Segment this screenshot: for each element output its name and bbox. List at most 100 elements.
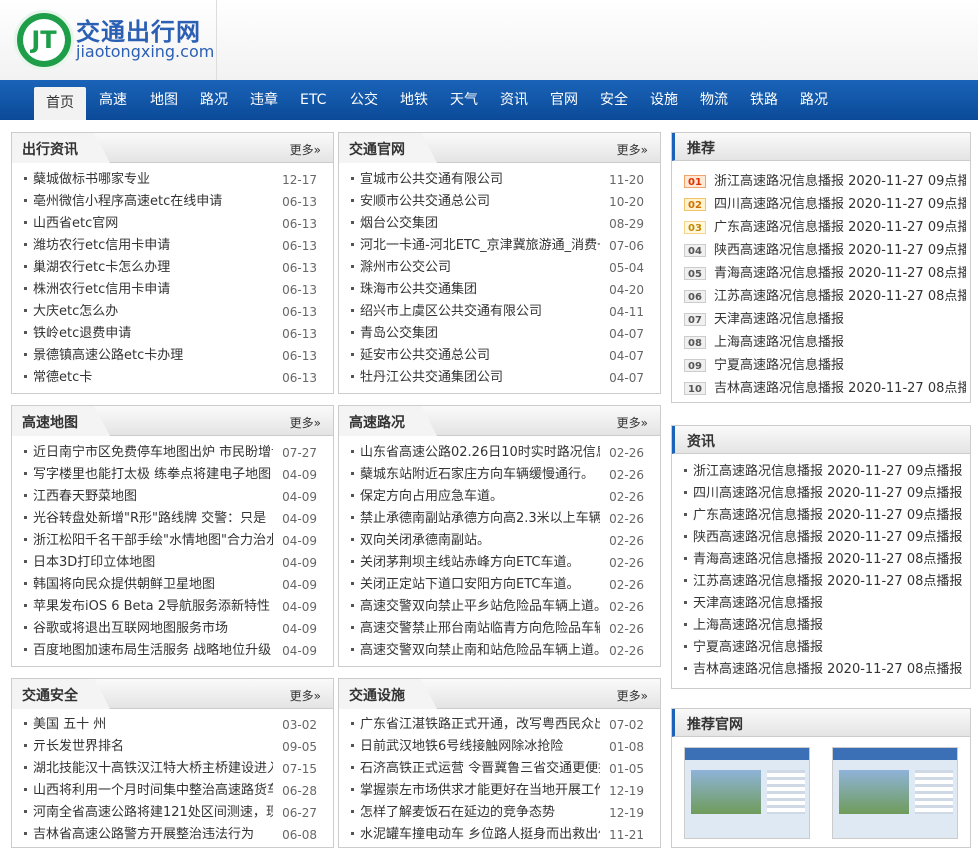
site-thumbnail[interactable] [832, 747, 958, 839]
nav-news[interactable]: 资讯 [500, 80, 528, 120]
nav-highway[interactable]: 高速 [99, 80, 127, 120]
list-item[interactable]: 水泥罐车撞电动车 乡位路人挺身而出救出伤 11-21 [349, 824, 650, 846]
list-item[interactable]: 滁州市公交公司 05-04 [349, 257, 650, 279]
list-item[interactable]: 写字楼里也能打太极 练拳点将建电子地图 04-09 [22, 464, 323, 486]
list-item[interactable]: 近日南宁市区免费停车地图出炉 市民盼增设 07-27 [22, 442, 323, 464]
more-link[interactable]: 更多» [290, 687, 321, 704]
list-item[interactable]: 常德etc卡 06-13 [22, 367, 323, 389]
nav-home[interactable]: 首页 [34, 87, 86, 120]
list-item[interactable]: 四川高速路况信息播报 2020-11-27 09点播报 [682, 483, 966, 505]
nav-etc[interactable]: ETC [300, 80, 326, 120]
more-link[interactable]: 更多» [617, 141, 648, 158]
nav-railway[interactable]: 铁路 [750, 80, 778, 120]
list-item[interactable]: 湖北技能汉十高铁汉江特大桥主桥建设进入最 07-15 [22, 758, 323, 780]
list-item[interactable]: 山西省etc官网 06-13 [22, 213, 323, 235]
list-item[interactable]: 山东省高速公路02.26日10时实时路况信息 02-26 [349, 442, 650, 464]
list-item[interactable]: 关闭正定站下道口安阳方向ETC车道。 02-26 [349, 574, 650, 596]
list-item[interactable]: 江苏高速路况信息播报 2020-11-27 08点播报 [682, 571, 966, 593]
list-item[interactable]: 浙江松阳千名干部手绘"水情地图"合力治水 04-09 [22, 530, 323, 552]
list-item[interactable]: 烟台公交集团 08-29 [349, 213, 650, 235]
list-item[interactable]: 河北一卡通-河北ETC_京津冀旅游通_消费一 07-06 [349, 235, 650, 257]
nav-official[interactable]: 官网 [550, 80, 578, 120]
nav-logistics[interactable]: 物流 [700, 80, 728, 120]
nav-safety[interactable]: 安全 [600, 80, 628, 120]
list-item[interactable]: 02 四川高速路况信息播报 2020-11-27 09点播 [684, 193, 966, 216]
list-item[interactable]: 双向关闭承德南副站。 02-26 [349, 530, 650, 552]
nav-road[interactable]: 路况 [200, 80, 228, 120]
more-link[interactable]: 更多» [617, 414, 648, 431]
nav-map[interactable]: 地图 [150, 80, 178, 120]
list-item[interactable]: 08 上海高速路况信息播报 [684, 331, 966, 354]
list-item[interactable]: 亓长发世界排名 09-05 [22, 736, 323, 758]
list-item[interactable]: 苹果发布iOS 6 Beta 2导航服务添新特性 04-09 [22, 596, 323, 618]
nav-violation[interactable]: 违章 [250, 80, 278, 120]
list-item[interactable]: 山西将利用一个月时间集中整治高速路货车行 06-28 [22, 780, 323, 802]
list-item[interactable]: 怎样了解麦饭石在延边的竞争态势 12-19 [349, 802, 650, 824]
nav-bus[interactable]: 公交 [350, 80, 378, 120]
list-item[interactable]: 浙江高速路况信息播报 2020-11-27 09点播报 [682, 461, 966, 483]
list-item[interactable]: 宁夏高速路况信息播报 [682, 637, 966, 659]
list-item[interactable]: 河南全省高速公路将建121处区间测速，现已 06-27 [22, 802, 323, 824]
nav-weather[interactable]: 天气 [450, 80, 478, 120]
list-item[interactable]: 禁止承德南副站承德方向高2.3米以上车辆下 02-26 [349, 508, 650, 530]
nav-traffic[interactable]: 路况 [800, 80, 828, 120]
list-item[interactable]: 百度地图加速布局生活服务 战略地位升级 04-09 [22, 640, 323, 662]
list-item[interactable]: 日本3D打印立体地图 04-09 [22, 552, 323, 574]
list-item[interactable]: 09 宁夏高速路况信息播报 [684, 354, 966, 377]
site-logo[interactable]: JT [14, 10, 74, 70]
list-item[interactable]: 延安市公共交通总公司 04-07 [349, 345, 650, 367]
list-item[interactable]: 巢湖农行etc卡怎么办理 06-13 [22, 257, 323, 279]
list-item[interactable]: 谷歌或将退出互联网地图服务市场 04-09 [22, 618, 323, 640]
list-item[interactable]: 天津高速路况信息播报 [682, 593, 966, 615]
list-item[interactable]: 亳州微信小程序高速etc在线申请 06-13 [22, 191, 323, 213]
list-item[interactable]: 吉林省高速公路警方开展整治违法行为 06-08 [22, 824, 323, 846]
list-item[interactable]: 青岛公交集团 04-07 [349, 323, 650, 345]
list-item[interactable]: 上海高速路况信息播报 [682, 615, 966, 637]
rank-badge: 02 [684, 198, 706, 211]
list-item[interactable]: 韩国将向民众提供朝鲜卫星地图 04-09 [22, 574, 323, 596]
list-item[interactable]: 牡丹江公共交通集团公司 04-07 [349, 367, 650, 389]
list-item[interactable]: 青海高速路况信息播报 2020-11-27 08点播报 [682, 549, 966, 571]
nav-facility[interactable]: 设施 [650, 80, 678, 120]
list-item[interactable]: 掌握崇左市场供求才能更好在当地开展工作 12-19 [349, 780, 650, 802]
list-item[interactable]: 06 江苏高速路况信息播报 2020-11-27 08点播 [684, 285, 966, 308]
list-item[interactable]: 陕西高速路况信息播报 2020-11-27 09点播报 [682, 527, 966, 549]
list-item[interactable]: 05 青海高速路况信息播报 2020-11-27 08点播 [684, 262, 966, 285]
list-item[interactable]: 美国 五十 州 03-02 [22, 714, 323, 736]
list-item[interactable]: 03 广东高速路况信息播报 2020-11-27 09点播 [684, 216, 966, 239]
more-link[interactable]: 更多» [290, 414, 321, 431]
list-item[interactable]: 景德镇高速公路etc卡办理 06-13 [22, 345, 323, 367]
list-item[interactable]: 光谷转盘处新增"R形"路线牌 交警：只是 04-09 [22, 508, 323, 530]
list-item[interactable]: 高速交警双向禁止南和站危险品车辆上道。 02-26 [349, 640, 650, 662]
list-item[interactable]: 安顺市公共交通总公司 10-20 [349, 191, 650, 213]
list-item[interactable]: 07 天津高速路况信息播报 [684, 308, 966, 331]
list-item[interactable]: 宣城市公共交通有限公司 11-20 [349, 169, 650, 191]
list-item[interactable]: 保定方向占用应急车道。 02-26 [349, 486, 650, 508]
list-item[interactable]: 高速交警禁止邢台南站临青方向危险品车辆上 02-26 [349, 618, 650, 640]
list-item[interactable]: 石济高铁正式运营 令晋冀鲁三省交通更便捷 01-05 [349, 758, 650, 780]
list-item[interactable]: 绍兴市上虞区公共交通有限公司 04-11 [349, 301, 650, 323]
list-item[interactable]: 潍坊农行etc信用卡申请 06-13 [22, 235, 323, 257]
list-item[interactable]: 大庆etc怎么办 06-13 [22, 301, 323, 323]
list-item[interactable]: 01 浙江高速路况信息播报 2020-11-27 09点播 [684, 170, 966, 193]
list-item[interactable]: 关闭茅荆坝主线站赤峰方向ETC车道。 02-26 [349, 552, 650, 574]
news-list: 山东省高速公路02.26日10时实时路况信息 02-26 蘖城东站附近石家庄方向车… [349, 442, 650, 662]
list-item[interactable]: 蘖城东站附近石家庄方向车辆缓慢通行。 02-26 [349, 464, 650, 486]
list-item[interactable]: 高速交警双向禁止平乡站危险品车辆上道。 02-26 [349, 596, 650, 618]
list-item[interactable]: 铁岭etc退费申请 06-13 [22, 323, 323, 345]
more-link[interactable]: 更多» [617, 687, 648, 704]
list-item[interactable]: 蘖城做标书哪家专业 12-17 [22, 169, 323, 191]
list-item[interactable]: 株洲农行etc信用卡申请 06-13 [22, 279, 323, 301]
list-item[interactable]: 吉林高速路况信息播报 2020-11-27 08点播报 [682, 659, 966, 681]
list-item[interactable]: 10 吉林高速路况信息播报 2020-11-27 08点播 [684, 377, 966, 400]
list-item[interactable]: 04 陕西高速路况信息播报 2020-11-27 09点播 [684, 239, 966, 262]
list-item[interactable]: 江西春天野菜地图 04-09 [22, 486, 323, 508]
news-list: 宣城市公共交通有限公司 11-20 安顺市公共交通总公司 10-20 烟台公交集团 0… [349, 169, 650, 389]
more-link[interactable]: 更多» [290, 141, 321, 158]
site-thumbnail[interactable] [684, 747, 810, 839]
list-item[interactable]: 日前武汉地铁6号线接触网除冰抢险 01-08 [349, 736, 650, 758]
list-item[interactable]: 广东高速路况信息播报 2020-11-27 09点播报 [682, 505, 966, 527]
nav-metro[interactable]: 地铁 [400, 80, 428, 120]
list-item[interactable]: 珠海市公共交通集团 04-20 [349, 279, 650, 301]
list-item[interactable]: 广东省江湛铁路正式开通，改写粤西民众出行 07-02 [349, 714, 650, 736]
